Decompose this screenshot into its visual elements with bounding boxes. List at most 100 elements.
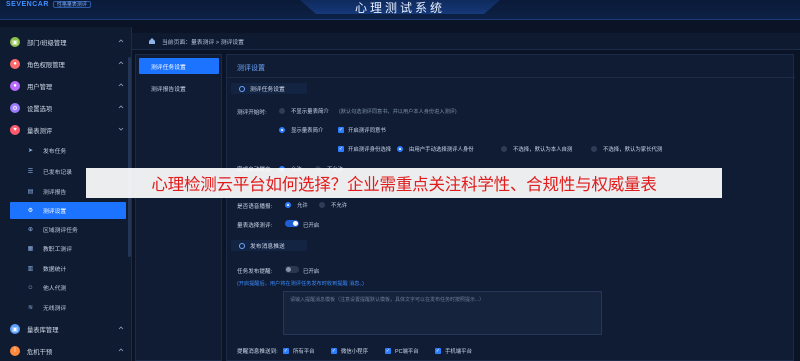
settings-subnav: 测评任务设置 测评报告设置	[135, 54, 222, 361]
subnav-report-settings[interactable]: 测评报告设置	[139, 80, 219, 96]
section-dot-icon	[239, 85, 245, 92]
radio-indicator	[285, 202, 291, 208]
check-identity[interactable]: ✓ 开启测评身份选择	[338, 145, 391, 153]
chevron-up-icon	[118, 60, 124, 66]
breadcrumb: 当前页面：量表测评 > 测评设置	[132, 33, 800, 50]
breadcrumb-text: 当前页面：量表测评 > 测评设置	[162, 39, 244, 46]
user-icon: ●	[10, 81, 20, 91]
chevron-up-icon	[118, 104, 124, 110]
sidebar-item-label: 量表库管理	[27, 326, 59, 334]
record-icon: ☰	[27, 169, 34, 175]
check-label: 手机端平台	[445, 349, 472, 355]
sidebar-subitem-proxy[interactable]: ☺ 他人代测	[10, 279, 128, 296]
sidebar-subitem-label: 已发布记录	[43, 170, 72, 176]
choose-scale-label: 量表选择测评:	[237, 223, 273, 229]
sidebar-subitem-label: 教职工测评	[43, 247, 72, 253]
start-label: 测评开始时:	[237, 110, 267, 116]
check-label: PC端平台	[395, 349, 419, 355]
sidebar-item-users[interactable]: ● 用户管理	[10, 77, 128, 95]
section-dot-icon	[239, 242, 245, 249]
sidebar-subitem-region-tasks[interactable]: ⊕ 区域测评任务	[10, 221, 128, 238]
sidebar-item-departments[interactable]: ▣ 部门/班级管理	[10, 33, 128, 51]
sidebar-item-label: 量表测评	[27, 127, 53, 135]
sidebar-subitem-label: 无线测评	[43, 306, 67, 312]
channel-pc[interactable]: ✓ PC端平台	[385, 347, 419, 355]
radio-user-choose[interactable]: 由用户手动选择测评人身份	[397, 145, 474, 153]
checkbox-checked-icon: ✓	[435, 348, 441, 354]
channel-mobile[interactable]: ✓ 手机端平台	[435, 347, 472, 355]
radio-indicator	[279, 108, 285, 114]
sidebar-item-crisis[interactable]: ! 危机干预	[10, 342, 128, 360]
sidebar-subitem-staff-assessment[interactable]: ▦ 教职工测评	[10, 240, 128, 257]
check-label: 开启测评同意书	[348, 128, 386, 134]
publish-hint: (开启提醒后，用户将在测评任务发布时收到提醒 消息。)	[237, 281, 364, 287]
sidebar-subitem-wireless[interactable]: ≋ 无线测评	[10, 299, 128, 316]
settings-panel: 测评设置 测评任务设置 测评开始时: 不显示量表简介 (默认勾选测评同意书，并以…	[226, 54, 795, 361]
sidebar-item-settings[interactable]: ⚙ 设置选项	[10, 99, 128, 117]
publish-reminder-toggle[interactable]	[285, 266, 299, 273]
subnav-task-settings[interactable]: 测评任务设置	[139, 58, 219, 74]
building-icon: ▣	[10, 37, 20, 47]
brand-tag: 性格量表测评	[52, 1, 91, 8]
check-consent[interactable]: ✓ 开启测评同意书	[338, 126, 386, 134]
sidebar-subitem-publish-task[interactable]: ➤ 发布任务	[10, 142, 128, 159]
sidebar-subitem-assessment-settings[interactable]: ⚙ 测评设置	[10, 202, 126, 219]
section-title: 测评任务设置	[250, 87, 285, 93]
radio-not-choose-parent[interactable]: 不选择，默认为家长代测	[591, 145, 662, 153]
channel-all[interactable]: ✓ 所有平台	[283, 347, 315, 355]
choose-scale-toggle-text: 已开启	[303, 223, 320, 229]
sidebar-item-label: 设置选项	[27, 105, 53, 113]
channel-wechat[interactable]: ✓ 微信小程序	[331, 347, 368, 355]
role-icon: ●	[10, 59, 20, 69]
radio-show-intro[interactable]: 显示量表简介	[279, 126, 323, 134]
reminder-template-textarea[interactable]: 请输入提醒消息模板（注意设置提醒默认模板，具体文字可以在发布任务时按照提示...…	[283, 291, 602, 335]
home-icon[interactable]	[148, 37, 156, 45]
checkbox-checked-icon: ✓	[331, 348, 337, 354]
choose-scale-toggle[interactable]	[285, 220, 299, 227]
radio-indicator	[319, 202, 325, 208]
chevron-up-icon	[118, 38, 124, 44]
sidebar-subitem-statistics[interactable]: ▥ 数据统计	[10, 260, 128, 277]
radio-not-choose-self[interactable]: 不选择，默认为本人自测	[501, 145, 572, 153]
radio-no-intro[interactable]: 不显示量表简介	[279, 107, 329, 115]
radio-indicator	[591, 146, 597, 152]
chevron-up-icon	[118, 82, 124, 88]
sidebar-item-scale-library[interactable]: ▣ 量表库管理	[10, 320, 128, 338]
sidebar-item-roles[interactable]: ● 角色权限管理	[10, 55, 128, 73]
radio-label: 由用户手动选择测评人身份	[409, 147, 474, 153]
send-icon: ➤	[27, 148, 34, 154]
radio-voice-disallow[interactable]: 不允许	[319, 201, 347, 209]
check-label: 微信小程序	[341, 349, 368, 355]
publish-toggle-text: 已开启	[303, 269, 320, 275]
publish-reminder-label: 任务发布提醒:	[237, 269, 273, 275]
sidebar-item-label: 部门/班级管理	[27, 39, 67, 47]
staff-icon: ▦	[27, 246, 34, 252]
settings-icon: ⚙	[27, 208, 34, 214]
sidebar-scrollbar[interactable]	[128, 57, 131, 257]
sidebar-subitem-label: 数据统计	[43, 267, 67, 273]
section-task-settings: 测评任务设置	[231, 83, 307, 94]
radio-label: 允许	[297, 203, 308, 209]
overlay-banner: 心理检测云平台如何选择？企业需重点关注科学性、合规性与权威量表	[86, 168, 722, 198]
no-intro-hint: (默认勾选测评同意书，并以用户本人身份进入测评)	[339, 109, 457, 115]
sidebar-item-label: 用户管理	[27, 83, 53, 91]
proxy-icon: ☺	[27, 284, 34, 291]
radio-indicator	[501, 146, 507, 152]
radio-label: 不选择，默认为本人自测	[513, 147, 573, 153]
toggle-knob	[293, 221, 298, 226]
section-publish-push: 发布消息推送	[231, 240, 307, 251]
title-divider	[227, 77, 795, 78]
sidebar-item-assessment[interactable]: ♥ 量表测评	[10, 121, 128, 139]
top-header: SEVENCAR 性格量表测评 心理测试系统	[0, 0, 800, 20]
wifi-icon: ≋	[27, 305, 34, 311]
section-title: 发布消息推送	[250, 244, 285, 250]
sidebar-subitem-label: 他人代测	[43, 286, 67, 292]
radio-voice-allow[interactable]: 允许	[285, 201, 308, 209]
check-label: 开启测评身份选择	[348, 147, 392, 153]
alert-icon: !	[10, 346, 20, 356]
library-icon: ▣	[10, 324, 20, 334]
overlay-banner-text: 心理检测云平台如何选择？企业需重点关注科学性、合规性与权威量表	[151, 175, 657, 194]
region-icon: ⊕	[27, 227, 34, 233]
page-title: 测评设置	[237, 65, 265, 72]
check-label: 所有平台	[293, 349, 315, 355]
